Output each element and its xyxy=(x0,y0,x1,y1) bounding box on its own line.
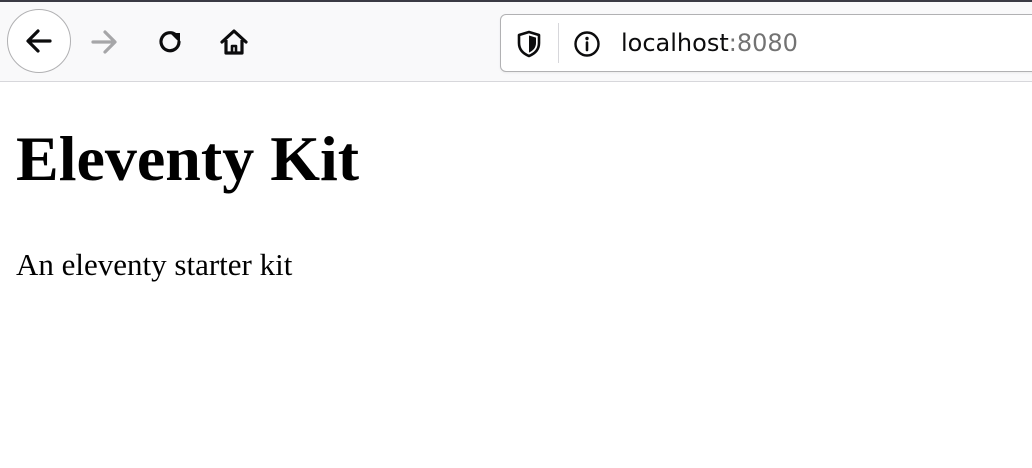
home-icon xyxy=(220,29,248,55)
url-text[interactable]: localhost:8080 xyxy=(621,28,798,58)
url-host: localhost xyxy=(621,29,729,57)
info-icon[interactable] xyxy=(573,30,601,58)
page-title: Eleventy Kit xyxy=(16,123,360,194)
home-button[interactable] xyxy=(212,22,256,62)
reload-icon xyxy=(159,31,181,53)
reload-button[interactable] xyxy=(148,22,192,62)
browser-toolbar: localhost:8080 xyxy=(0,2,1032,82)
shield-icon[interactable] xyxy=(515,30,543,58)
forward-button[interactable] xyxy=(82,22,126,62)
url-bar-separator xyxy=(558,23,559,63)
url-port: :8080 xyxy=(728,29,798,57)
forward-arrow-icon xyxy=(91,30,117,54)
back-button[interactable] xyxy=(7,9,71,73)
page-content: Eleventy Kit An eleventy starter kit xyxy=(0,83,1032,468)
page-subtitle: An eleventy starter kit xyxy=(16,247,293,282)
url-bar[interactable]: localhost:8080 xyxy=(500,14,1032,72)
back-arrow-icon xyxy=(26,29,52,53)
